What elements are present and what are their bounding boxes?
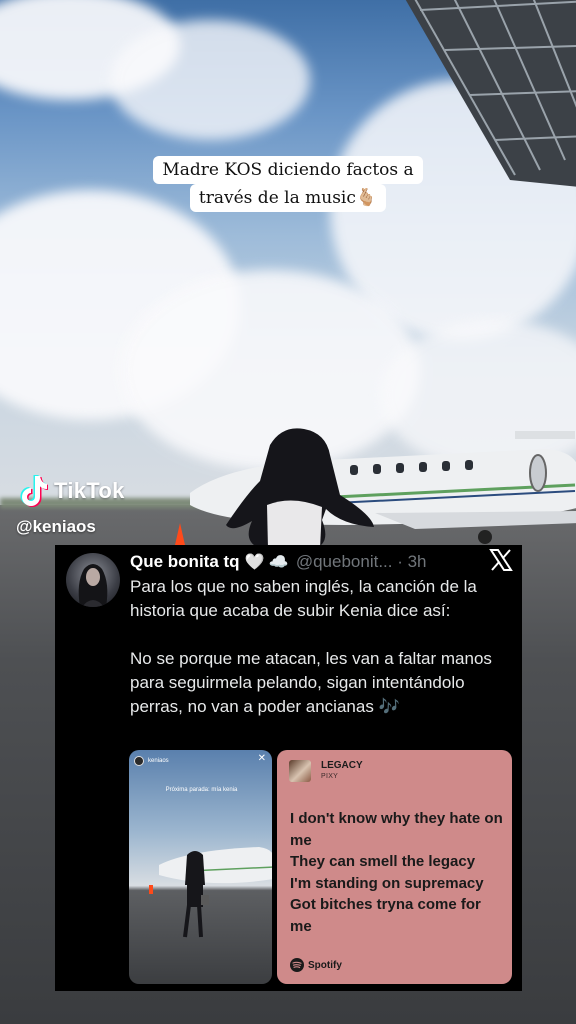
spotify-icon	[290, 958, 304, 972]
x-logo-icon[interactable]	[488, 547, 514, 573]
avatar[interactable]	[66, 553, 120, 607]
story-scene	[149, 847, 272, 938]
spotify-label: Spotify	[308, 959, 342, 971]
lyric-line: I don't know why they hate on me	[290, 810, 503, 849]
tweet-media: keniaos ✕ Próxima parada: mía kenia LEGA…	[129, 750, 512, 984]
story-screenshot[interactable]: keniaos ✕ Próxima parada: mía kenia	[129, 750, 272, 984]
song-title: LEGACY	[321, 760, 363, 771]
story-caption: Próxima parada: mía kenia	[165, 787, 238, 793]
creator-handle[interactable]: @keniaos	[16, 517, 96, 537]
spotify-badge: Spotify	[290, 958, 342, 972]
tweet-card: Que bonita tq 🤍 ☁️ @quebonit... · 3h Par…	[55, 545, 522, 991]
handle-time[interactable]: @quebonit... · 3h	[296, 552, 427, 572]
caption-line-2: través de la music🫰🏼	[189, 184, 387, 212]
tweet-header: Que bonita tq 🤍 ☁️ @quebonit... · 3h	[130, 550, 512, 574]
tiktok-wordmark: TikTok	[54, 478, 125, 503]
lyric-line: Got bitches tryna come for me	[290, 896, 481, 935]
album-art	[289, 760, 311, 782]
close-icon: ✕	[257, 753, 266, 764]
tweet-paragraph-1: Para los que no saben inglés, la canción…	[130, 577, 477, 620]
lyric-lines: I don't know why they hate on me They ca…	[290, 808, 505, 937]
tweet-text: Para los que no saben inglés, la canción…	[130, 575, 512, 719]
cloud	[110, 20, 310, 140]
story-header: keniaos	[134, 756, 169, 766]
tiktok-watermark: TikTok	[18, 474, 125, 508]
tiktok-note-icon	[20, 475, 48, 507]
avatar-portrait-icon	[78, 564, 108, 607]
tweet-paragraph-2: No se porque me atacan, les van a faltar…	[130, 649, 492, 716]
story-username: keniaos	[148, 758, 169, 764]
display-name[interactable]: Que bonita tq	[130, 552, 240, 572]
song-artist: PIXY	[321, 773, 339, 780]
spotify-lyric-card[interactable]: LEGACY PIXY I don't know why they hate o…	[277, 750, 512, 984]
lyric-line: I'm standing on supremacy	[290, 874, 484, 892]
caption-line-1: Madre KOS diciendo factos a	[153, 156, 423, 184]
traffic-cone	[175, 523, 185, 545]
lyric-line: They can smell the legacy	[290, 853, 476, 870]
woman-walking	[226, 428, 374, 549]
story-avatar	[134, 756, 144, 766]
video-caption: Madre KOS diciendo factos a través de la…	[0, 156, 576, 212]
name-emojis: 🤍 ☁️	[244, 554, 289, 571]
